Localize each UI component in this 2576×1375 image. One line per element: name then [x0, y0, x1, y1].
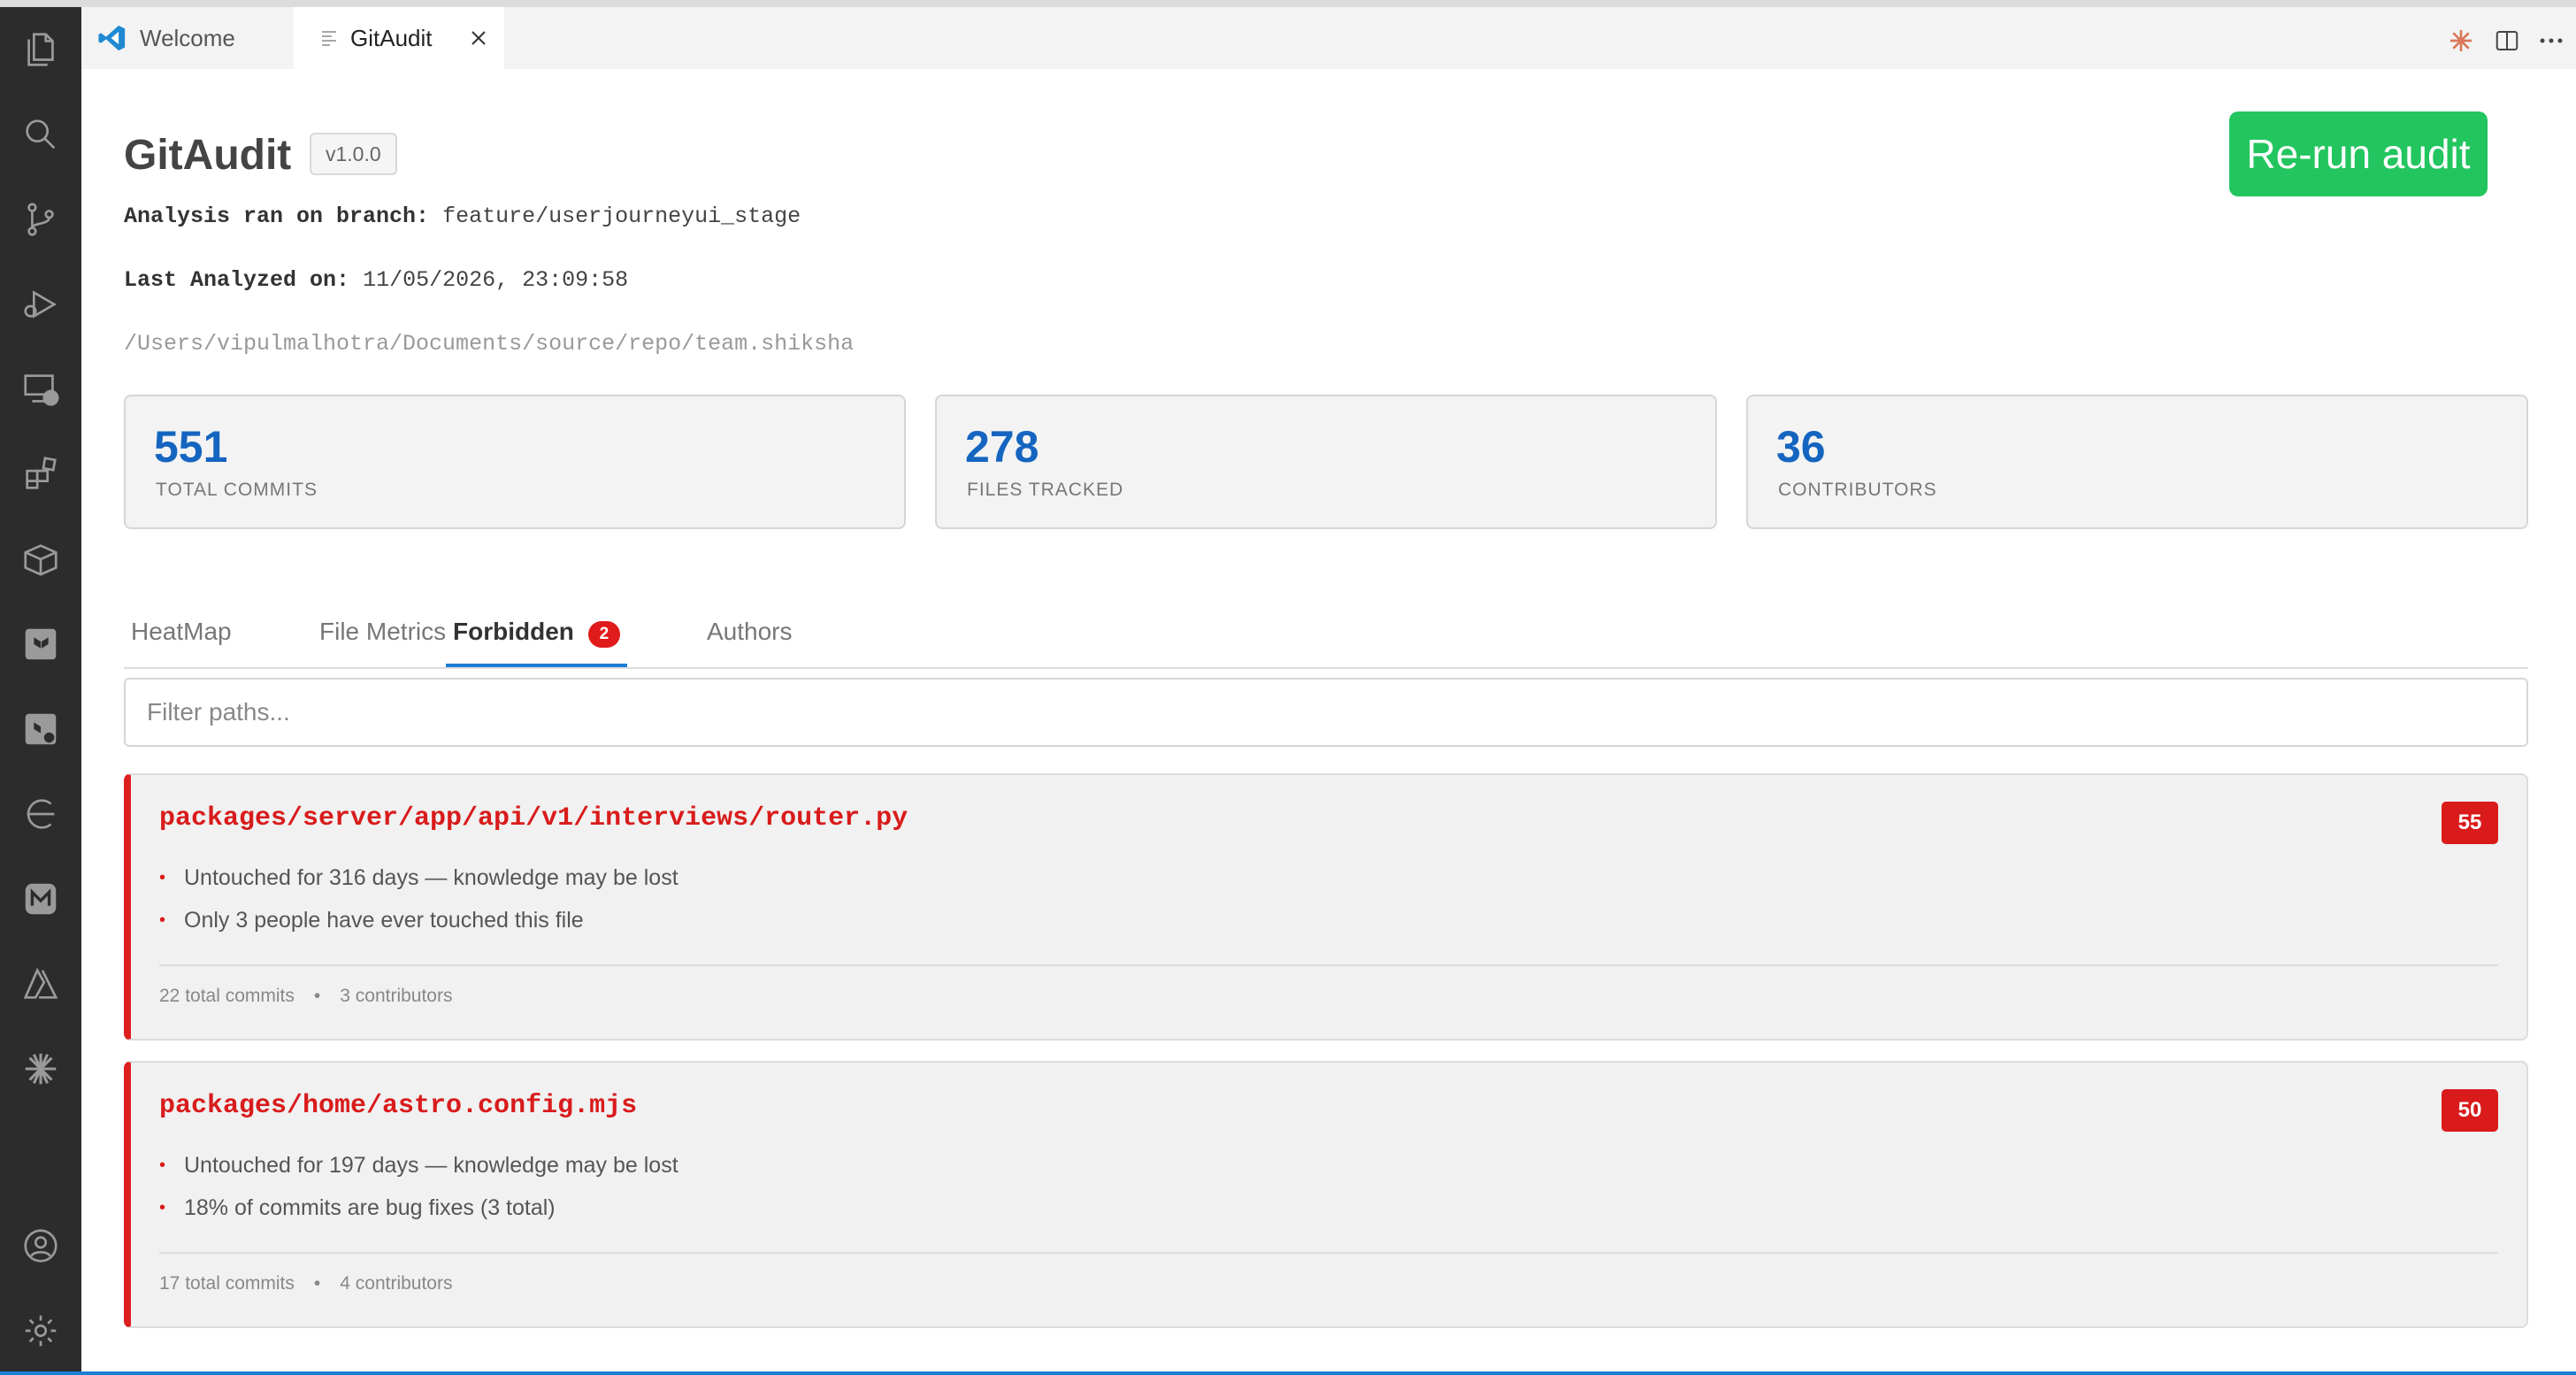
filter-paths-input[interactable]	[124, 678, 2528, 747]
tab-label: GitAudit	[350, 24, 433, 51]
minimal-icon[interactable]	[19, 878, 62, 920]
commit-count: 17 total commits	[159, 1273, 295, 1294]
stat-card-files-tracked: 278 FILES TRACKED	[935, 395, 1717, 529]
tab-welcome[interactable]: Welcome	[81, 7, 294, 69]
separator-dot: •	[313, 1273, 321, 1294]
version-badge: v1.0.0	[310, 133, 397, 175]
tab-authors[interactable]: Authors	[707, 618, 793, 665]
window-bottom-border	[0, 1371, 2576, 1375]
explorer-icon[interactable]	[19, 28, 62, 71]
file-path[interactable]: packages/home/astro.config.mjs	[159, 1091, 637, 1121]
contributor-count: 4 contributors	[340, 1273, 453, 1294]
stat-label: CONTRIBUTORS	[1778, 480, 1937, 500]
contributor-count: 3 contributors	[340, 986, 453, 1006]
risk-score-badge: 55	[2442, 802, 2498, 844]
reason-text: Untouched for 197 days — knowledge may b…	[184, 1153, 678, 1178]
activity-bar	[0, 7, 81, 1375]
azure-icon[interactable]	[19, 963, 62, 1005]
reason-list: • Untouched for 197 days — knowledge may …	[159, 1149, 678, 1234]
split-editor-icon[interactable]	[2493, 27, 2521, 55]
remote-explorer-icon[interactable]	[19, 368, 62, 411]
gitlens-icon[interactable]	[19, 793, 62, 835]
reason-text: Untouched for 316 days — knowledge may b…	[184, 865, 678, 890]
divider	[159, 1252, 2498, 1254]
source-control-icon[interactable]	[19, 198, 62, 241]
editor-tab-bar: Welcome GitAudit	[81, 7, 2576, 69]
file-meta: 22 total commits • 3 contributors	[159, 986, 452, 1007]
rerun-audit-button[interactable]: Re-run audit	[2229, 111, 2488, 196]
forbidden-count-badge: 2	[587, 621, 620, 648]
file-path[interactable]: packages/server/app/api/v1/interviews/ro…	[159, 803, 908, 833]
claude-icon[interactable]	[19, 1048, 62, 1090]
tab-forbidden[interactable]: Forbidden 2	[446, 618, 627, 667]
divider	[159, 964, 2498, 966]
stat-value: 36	[1776, 422, 1826, 472]
reason-text: Only 3 people have ever touched this fil…	[184, 908, 584, 933]
stat-card-contributors: 36 CONTRIBUTORS	[1746, 395, 2528, 529]
search-icon[interactable]	[19, 113, 62, 156]
list-item: • Untouched for 197 days — knowledge may …	[159, 1149, 678, 1192]
bullet-icon: •	[159, 1156, 166, 1175]
tab-label: Welcome	[140, 24, 235, 51]
tab-heatmap[interactable]: HeatMap	[131, 618, 232, 665]
separator-dot: •	[313, 986, 321, 1006]
list-item: • Only 3 people have ever touched this fi…	[159, 904, 678, 947]
reason-text: 18% of commits are bug fixes (3 total)	[184, 1195, 556, 1220]
forbidden-file-card: packages/server/app/api/v1/interviews/ro…	[124, 773, 2528, 1041]
extensions-icon[interactable]	[19, 453, 62, 495]
account-icon[interactable]	[19, 1225, 62, 1267]
file-lines-icon	[320, 28, 338, 48]
forbidden-file-card: packages/home/astro.config.mjs 50 • Untou…	[124, 1061, 2528, 1328]
repo-path: /Users/vipulmalhotra/Documents/source/re…	[124, 331, 855, 357]
last-analyzed-info: Last Analyzed on: 11/05/2026, 23:09:58	[124, 267, 628, 293]
terraform-icon[interactable]	[19, 623, 62, 665]
list-item: • Untouched for 316 days — knowledge may …	[159, 862, 678, 904]
close-icon[interactable]	[465, 25, 492, 51]
run-debug-icon[interactable]	[19, 283, 62, 326]
bullet-icon: •	[159, 1198, 166, 1218]
file-meta: 17 total commits • 4 contributors	[159, 1273, 452, 1294]
window-top-border	[0, 0, 2576, 7]
list-item: • 18% of commits are bug fixes (3 total)	[159, 1192, 678, 1234]
last-analyzed-label: Last Analyzed on:	[124, 267, 350, 293]
risk-score-badge: 50	[2442, 1089, 2498, 1132]
settings-gear-icon[interactable]	[19, 1310, 62, 1352]
commit-count: 22 total commits	[159, 986, 295, 1006]
vscode-logo-icon	[97, 23, 127, 53]
branch-value: feature/userjourneyui_stage	[442, 204, 801, 229]
stat-value: 551	[154, 422, 228, 472]
bullet-icon: •	[159, 868, 166, 887]
page-title: GitAudit	[124, 132, 292, 179]
gitaudit-panel: GitAudit v1.0.0 Re-run audit Analysis ra…	[81, 69, 2576, 1371]
tab-label: Forbidden	[453, 618, 574, 645]
last-analyzed-value: 11/05/2026, 23:09:58	[363, 267, 629, 293]
tab-file-metrics[interactable]: File Metrics	[319, 618, 446, 665]
terraform-cloud-icon[interactable]	[19, 708, 62, 750]
claude-spark-icon[interactable]	[2447, 27, 2475, 55]
stat-card-total-commits: 551 TOTAL COMMITS	[124, 395, 906, 529]
stat-label: FILES TRACKED	[967, 480, 1124, 500]
bullet-icon: •	[159, 910, 166, 930]
branch-label: Analysis ran on branch:	[124, 204, 430, 229]
tab-gitaudit[interactable]: GitAudit	[294, 7, 504, 69]
more-actions-icon[interactable]	[2537, 27, 2565, 55]
stat-value: 278	[965, 422, 1039, 472]
stat-label: TOTAL COMMITS	[156, 480, 318, 500]
branch-info: Analysis ran on branch: feature/userjour…	[124, 204, 801, 229]
view-tabs: HeatMap File Metrics Forbidden 2 Authors	[124, 618, 2528, 669]
containers-icon[interactable]	[19, 538, 62, 580]
reason-list: • Untouched for 316 days — knowledge may …	[159, 862, 678, 947]
